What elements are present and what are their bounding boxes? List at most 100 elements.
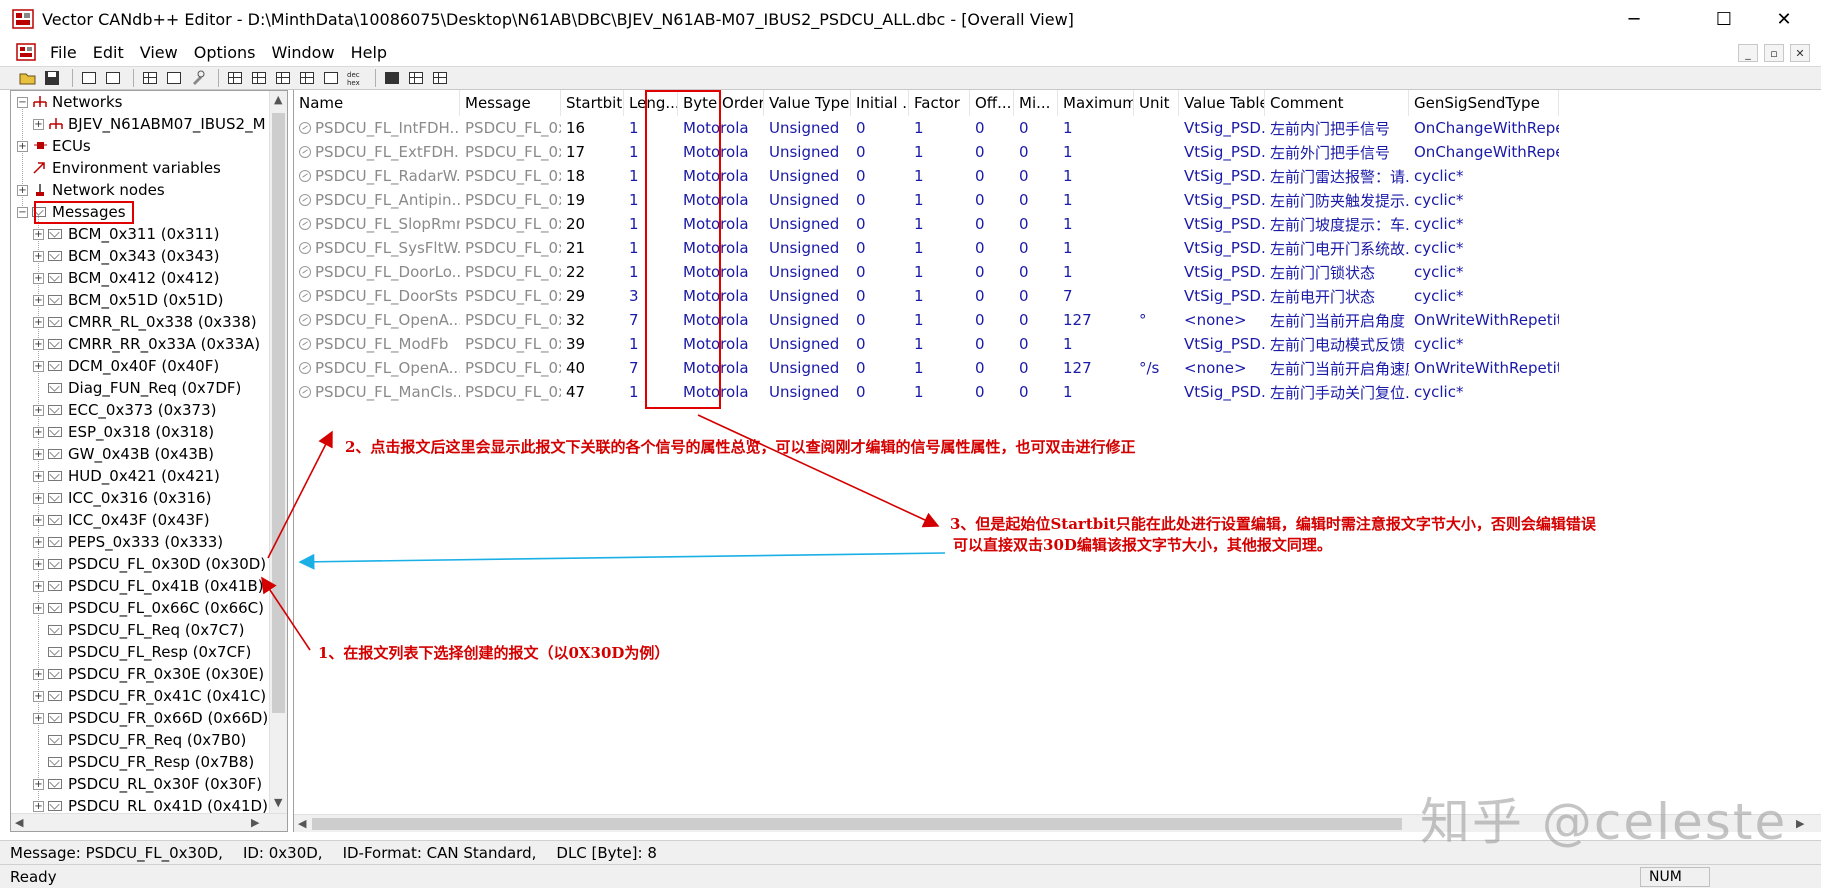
startbit-cell[interactable]: 22 xyxy=(561,260,624,284)
message-list-item[interactable]: PSDCU_FR_Req (0x7B0) xyxy=(33,729,246,751)
message-list-item[interactable]: + DCM_0x40F (0x40F) xyxy=(33,355,219,377)
min-cell[interactable]: 0 xyxy=(1014,308,1058,332)
save-icon[interactable] xyxy=(42,68,62,88)
maximum-cell[interactable]: 127 xyxy=(1058,308,1134,332)
column-header-startbit[interactable]: Startbit xyxy=(561,90,624,116)
signal-row[interactable]: PSDCU_FL_DoorLo...PSDCU_FL_0x30D221Motor… xyxy=(294,260,1821,284)
unit-cell[interactable] xyxy=(1134,116,1179,140)
column-header-offset[interactable]: Off... xyxy=(970,90,1014,116)
message-list-item[interactable]: PSDCU_FR_Resp (0x7B8) xyxy=(33,751,254,773)
message-cell[interactable]: PSDCU_FL_0x30D xyxy=(460,140,561,164)
initial-cell[interactable]: 0 xyxy=(851,356,909,380)
value-table-cell[interactable]: VtSig_PSD... xyxy=(1179,332,1265,356)
unit-cell[interactable] xyxy=(1134,380,1179,404)
expand-toggle[interactable]: + xyxy=(33,426,44,438)
offset-cell[interactable]: 0 xyxy=(970,116,1014,140)
unit-cell[interactable] xyxy=(1134,236,1179,260)
value-type-cell[interactable]: Unsigned xyxy=(764,332,851,356)
offset-cell[interactable]: 0 xyxy=(970,284,1014,308)
comment-cell[interactable]: 左前外门把手信号 xyxy=(1265,140,1409,164)
factor-cell[interactable]: 1 xyxy=(909,140,970,164)
message-cell[interactable]: PSDCU_FL_0x30D xyxy=(460,260,561,284)
value-type-cell[interactable]: Unsigned xyxy=(764,284,851,308)
initial-cell[interactable]: 0 xyxy=(851,380,909,404)
comment-cell[interactable]: 左前门电开门系统故... xyxy=(1265,236,1409,260)
message-list-item[interactable]: + PSDCU_FR_0x66D (0x66D) xyxy=(33,707,268,729)
name-cell[interactable]: PSDCU_FL_ExtFDH... xyxy=(294,140,460,164)
expand-toggle[interactable]: + xyxy=(17,140,28,152)
message-cell[interactable]: PSDCU_FL_0x30D xyxy=(460,236,561,260)
column-header-maximum[interactable]: Maximum xyxy=(1058,90,1134,116)
name-cell[interactable]: PSDCU_FL_ManCls... xyxy=(294,380,460,404)
signal-row[interactable]: PSDCU_FL_SlopRmnPSDCU_FL_0x30D201Motorol… xyxy=(294,212,1821,236)
tree-horizontal-scrollbar[interactable]: ◀ ▶ xyxy=(11,813,287,831)
gensigsendtype-cell[interactable]: cyclic* xyxy=(1409,236,1559,260)
name-cell[interactable]: PSDCU_FL_Antipin... xyxy=(294,188,460,212)
expand-toggle[interactable]: + xyxy=(33,360,44,372)
signal-row[interactable]: PSDCU_FL_ModFbPSDCU_FL_0x30D391MotorolaU… xyxy=(294,332,1821,356)
expand-toggle[interactable]: + xyxy=(33,228,44,240)
comment-cell[interactable]: 左前内门把手信号 xyxy=(1265,116,1409,140)
column-header-gensigsendtype[interactable]: GenSigSendType xyxy=(1409,90,1559,116)
expand-toggle[interactable]: + xyxy=(33,272,44,284)
tree-item-networks[interactable]: − Networks xyxy=(17,91,122,113)
comment-cell[interactable]: 左前门防夹触发提示... xyxy=(1265,188,1409,212)
message-list-item[interactable]: + BCM_0x343 (0x343) xyxy=(33,245,220,267)
value-type-cell[interactable]: Unsigned xyxy=(764,356,851,380)
comment-cell[interactable]: 左前门手动关门复位... xyxy=(1265,380,1409,404)
unit-cell[interactable] xyxy=(1134,164,1179,188)
initial-cell[interactable]: 0 xyxy=(851,332,909,356)
startbit-cell[interactable]: 18 xyxy=(561,164,624,188)
column-header-factor[interactable]: Factor xyxy=(909,90,970,116)
expand-toggle[interactable]: + xyxy=(33,250,44,262)
message-list-item[interactable]: PSDCU_FL_Resp (0x7CF) xyxy=(33,641,251,663)
value-type-cell[interactable]: Unsigned xyxy=(764,380,851,404)
tile-horizontal-icon[interactable] xyxy=(406,68,426,88)
initial-cell[interactable]: 0 xyxy=(851,116,909,140)
expand-toggle[interactable]: + xyxy=(33,558,44,570)
gensigsendtype-cell[interactable]: cyclic* xyxy=(1409,164,1559,188)
signal-grid[interactable]: Name Message Startbit Leng... Byte Order Valu… xyxy=(293,90,1821,832)
signal-row[interactable]: PSDCU_FL_Antipin...PSDCU_FL_0x30D191Moto… xyxy=(294,188,1821,212)
message-list-item[interactable]: + BCM_0x51D (0x51D) xyxy=(33,289,224,311)
dec-hex-icon[interactable]: dec hex xyxy=(345,68,365,88)
expand-toggle[interactable]: + xyxy=(33,602,44,614)
message-list-item[interactable]: + PEPS_0x333 (0x333) xyxy=(33,531,223,553)
message-list-item[interactable]: + HUD_0x421 (0x421) xyxy=(33,465,220,487)
initial-cell[interactable]: 0 xyxy=(851,260,909,284)
startbit-cell[interactable]: 20 xyxy=(561,212,624,236)
min-cell[interactable]: 0 xyxy=(1014,212,1058,236)
mdi-restore-button[interactable]: ▫ xyxy=(1764,44,1784,62)
gensigsendtype-cell[interactable]: cyclic* xyxy=(1409,260,1559,284)
scroll-thumb[interactable] xyxy=(272,113,285,713)
offset-cell[interactable]: 0 xyxy=(970,212,1014,236)
expand-toggle[interactable]: + xyxy=(33,492,44,504)
value-type-cell[interactable]: Unsigned xyxy=(764,140,851,164)
column-header-comment[interactable]: Comment xyxy=(1265,90,1409,116)
tools-icon[interactable] xyxy=(188,68,208,88)
menu-options[interactable]: Options xyxy=(186,43,264,62)
message-list-item[interactable]: + PSDCU_FL_0x30D (0x30D) xyxy=(33,553,266,575)
offset-cell[interactable]: 0 xyxy=(970,140,1014,164)
maximum-cell[interactable]: 1 xyxy=(1058,380,1134,404)
value-table-cell[interactable]: VtSig_PSD... xyxy=(1179,284,1265,308)
expand-toggle[interactable]: + xyxy=(33,536,44,548)
minimize-button[interactable]: ─ xyxy=(1605,0,1663,38)
scroll-right-icon[interactable]: ▶ xyxy=(1796,817,1804,830)
tree-item-network[interactable]: + BJEV_N61ABM07_IBUS2_M xyxy=(33,113,266,135)
scroll-right-icon[interactable]: ▶ xyxy=(251,816,259,829)
message-list-item[interactable]: + ICC_0x316 (0x316) xyxy=(33,487,211,509)
message-list-item[interactable]: + BCM_0x412 (0x412) xyxy=(33,267,220,289)
initial-cell[interactable]: 0 xyxy=(851,284,909,308)
open-icon[interactable] xyxy=(18,68,38,88)
factor-cell[interactable]: 1 xyxy=(909,164,970,188)
name-cell[interactable]: PSDCU_FL_SysFltW... xyxy=(294,236,460,260)
message-cell[interactable]: PSDCU_FL_0x30D xyxy=(460,116,561,140)
comment-cell[interactable]: 左前门当前开启角速度 xyxy=(1265,356,1409,380)
unit-cell[interactable] xyxy=(1134,140,1179,164)
view-overview-icon[interactable] xyxy=(321,68,341,88)
startbit-cell[interactable]: 21 xyxy=(561,236,624,260)
factor-cell[interactable]: 1 xyxy=(909,212,970,236)
message-list-item[interactable]: PSDCU_FL_Req (0x7C7) xyxy=(33,619,245,641)
view-details-icon[interactable] xyxy=(273,68,293,88)
